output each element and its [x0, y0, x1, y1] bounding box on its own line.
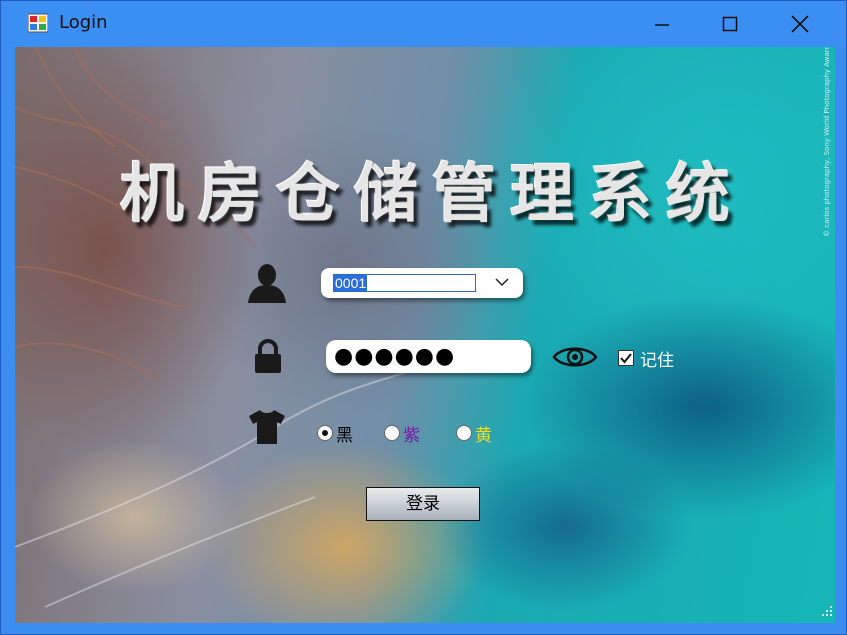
theme-radio-purple[interactable]: 紫 [384, 423, 420, 446]
theme-radio-yellow[interactable]: 黄 [456, 423, 492, 446]
remember-checkbox-group[interactable]: 记住 [618, 348, 674, 371]
radio-label-purple: 紫 [403, 425, 420, 446]
minimize-icon [655, 24, 669, 26]
lock-icon [255, 339, 281, 373]
login-window: Login © carlos photography, Sony World P… [0, 0, 847, 635]
radio-button-black[interactable] [317, 425, 333, 441]
minimize-button[interactable] [639, 1, 685, 47]
close-button[interactable] [777, 1, 823, 47]
maximize-icon [722, 16, 738, 32]
shirt-icon [249, 410, 285, 444]
close-icon [791, 15, 809, 33]
photo-credit: © carlos photography, Sony World Photogr… [823, 47, 831, 237]
window-title: Login [59, 12, 108, 33]
radio-button-yellow[interactable] [456, 425, 472, 441]
remember-label: 记住 [640, 350, 674, 371]
app-icon [28, 13, 48, 33]
radio-label-black: 黑 [336, 425, 353, 446]
remember-checkbox[interactable] [618, 350, 634, 366]
app-title: 机房仓储管理系统 [120, 157, 744, 232]
radio-button-purple[interactable] [384, 425, 400, 441]
user-id-value[interactable]: 0001 [333, 274, 476, 292]
radio-label-yellow: 黄 [475, 425, 492, 446]
user-id-combobox[interactable]: 0001 [321, 268, 523, 298]
title-bar[interactable]: Login [1, 1, 846, 47]
resize-grip-icon[interactable] [821, 605, 833, 617]
background-image: © carlos photography, Sony World Photogr… [15, 47, 835, 623]
login-button[interactable]: 登录 [366, 487, 480, 521]
show-password-eye-icon[interactable] [552, 343, 598, 371]
password-field[interactable]: ●●●●●● [326, 340, 531, 373]
maximize-button[interactable] [707, 1, 753, 47]
password-value: ●●●●●● [334, 344, 456, 369]
theme-radio-black[interactable]: 黑 [317, 423, 353, 446]
checkmark-icon [620, 353, 632, 364]
chevron-down-icon[interactable] [495, 276, 509, 288]
user-icon [248, 264, 286, 303]
background-texture [15, 47, 476, 608]
